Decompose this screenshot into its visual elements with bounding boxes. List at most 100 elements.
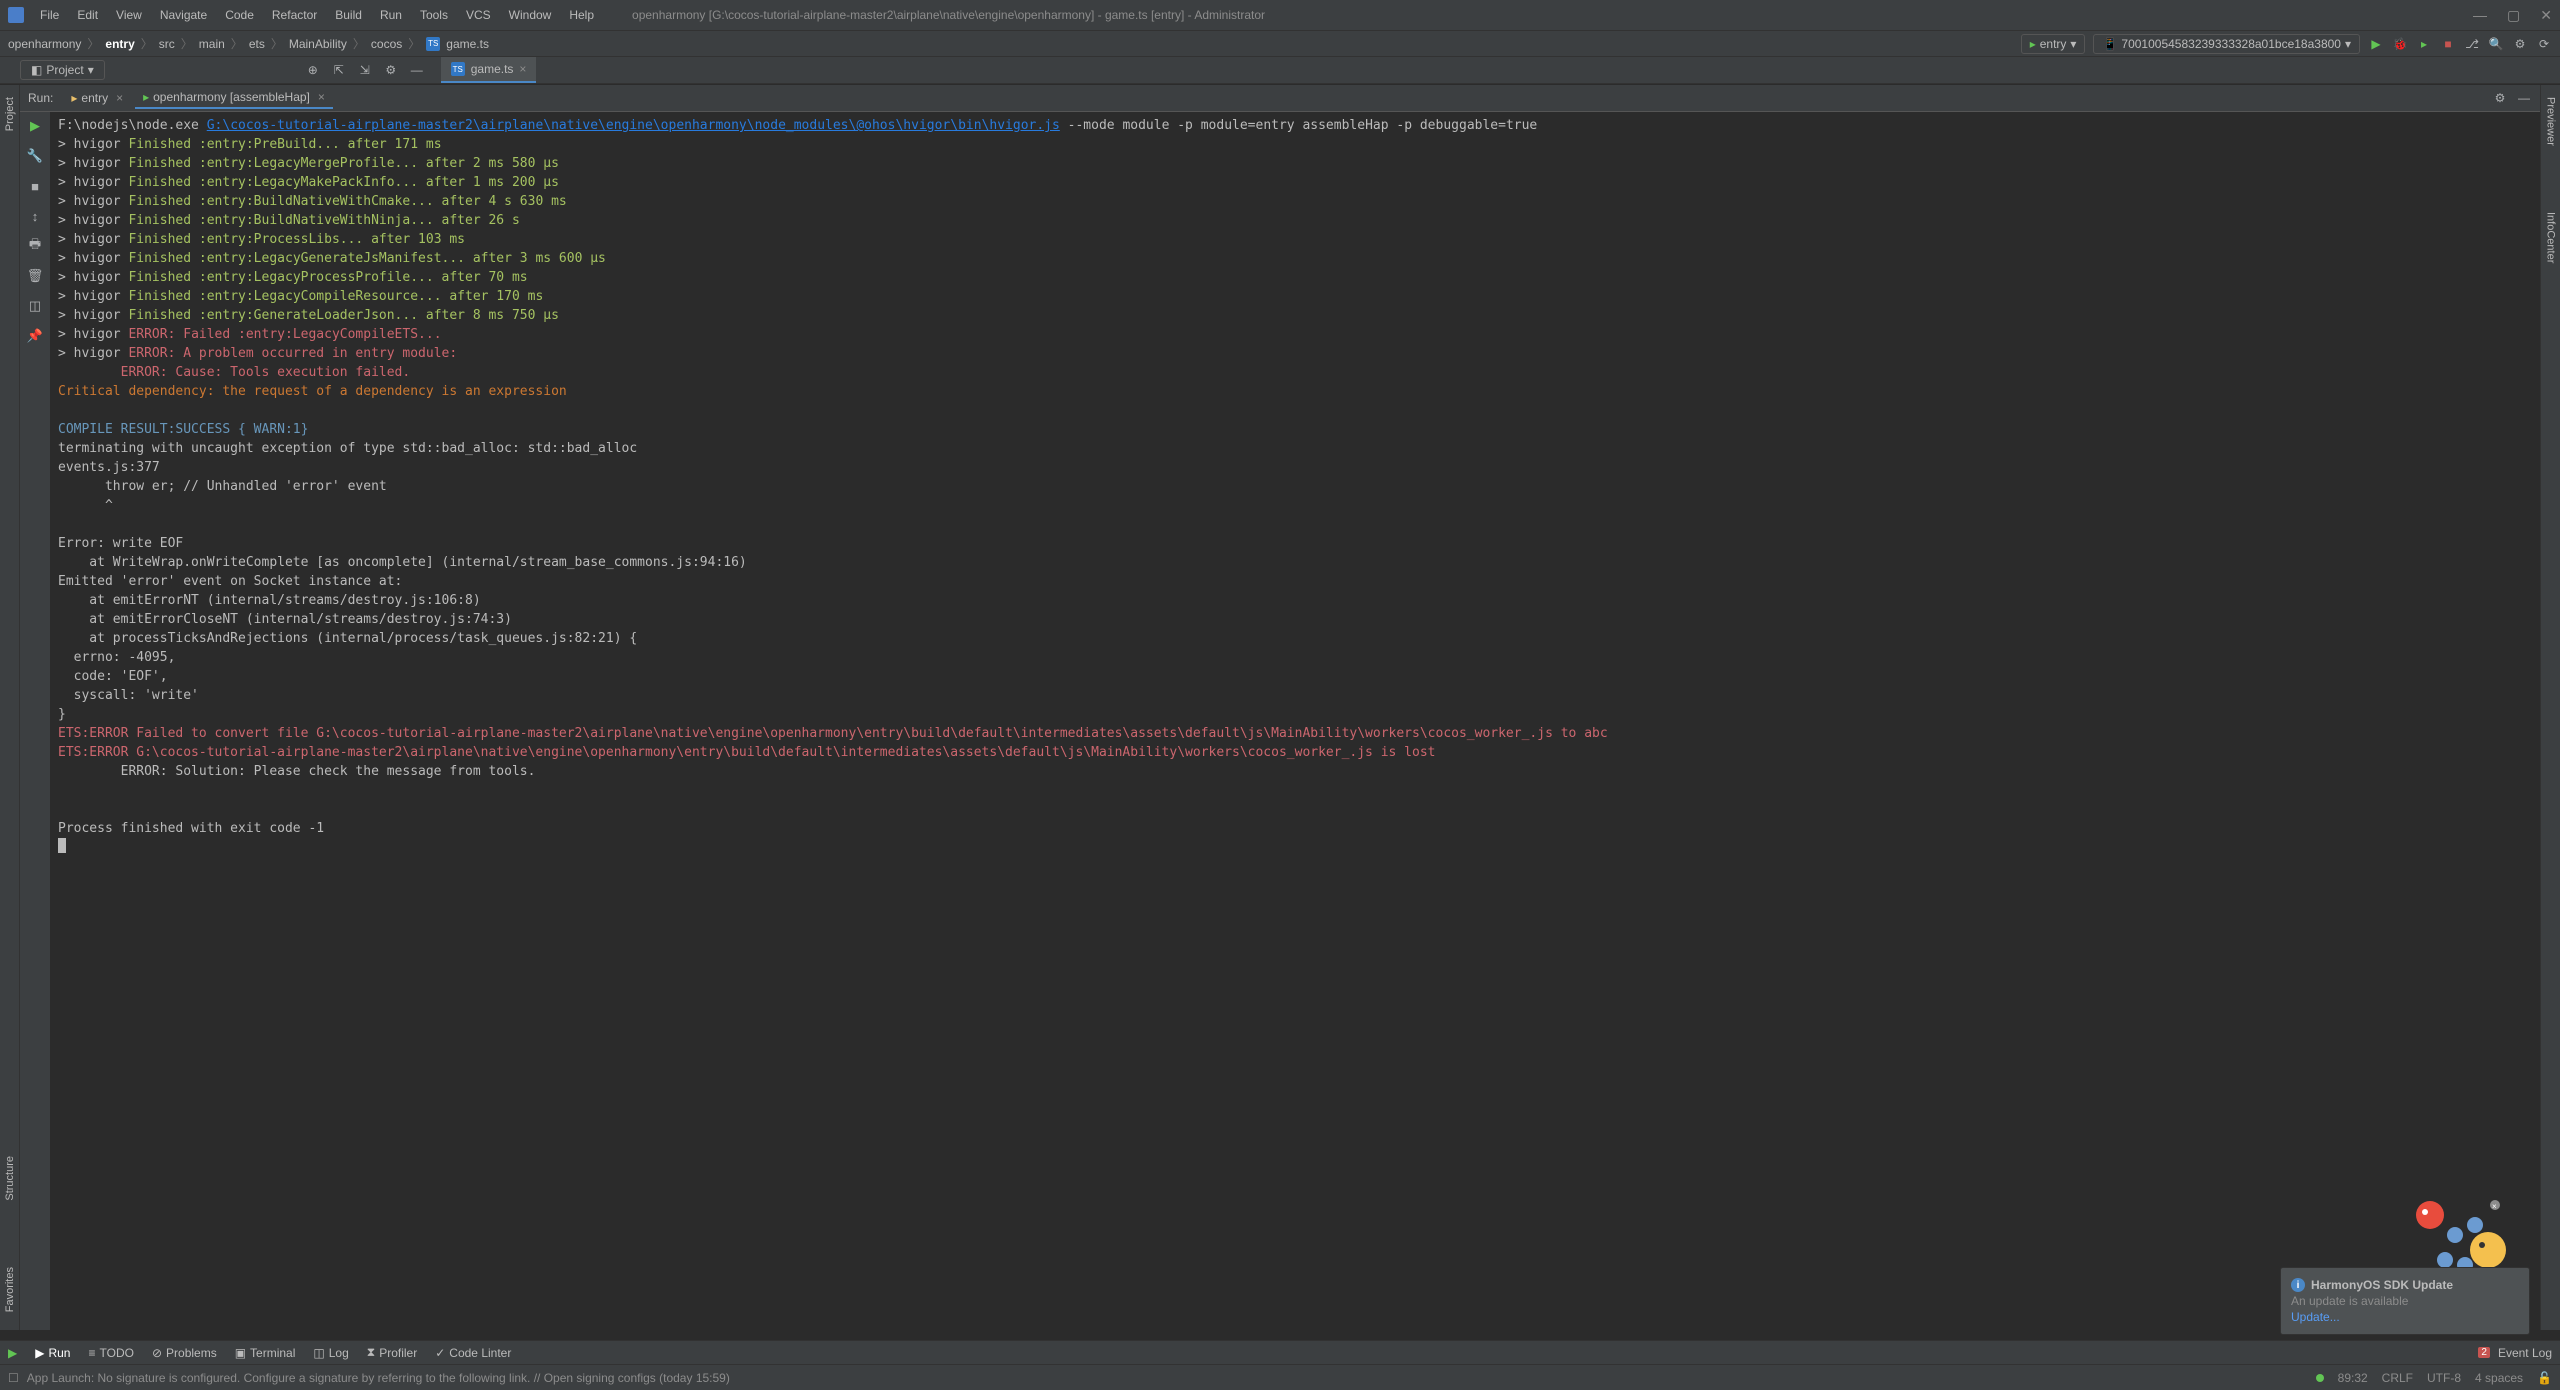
settings-icon[interactable]: ⚙ [2512,36,2528,52]
menu-file[interactable]: File [32,4,67,26]
terminal-tool[interactable]: ▣ Terminal [235,1346,296,1360]
menu-build[interactable]: Build [327,4,370,26]
hvigor-link[interactable]: G:\cocos-tutorial-airplane-master2\airpl… [207,118,1060,133]
close-window-button[interactable]: ✕ [2540,7,2552,24]
stop-button[interactable]: ■ [2440,36,2456,52]
event-log-tool[interactable]: Event Log [2498,1346,2552,1360]
breadcrumb-item[interactable]: entry [105,37,134,51]
pin-icon[interactable]: 📌 [27,328,43,344]
breadcrumb-item[interactable]: MainAbility [289,37,347,51]
settings-icon[interactable]: ⚙ [2492,90,2508,106]
caret-position[interactable]: 89:32 [2338,1371,2368,1385]
layout-icon[interactable]: ◫ [27,298,43,314]
breadcrumb: openharmony〉 entry〉 src〉 main〉 ets〉 Main… [8,35,489,52]
side-infocenter[interactable]: InfoCenter [2543,204,2559,271]
notification-title: HarmonyOS SDK Update [2311,1278,2453,1292]
debug-button[interactable]: 🐞 [2392,36,2408,52]
breadcrumb-item[interactable]: cocos [371,37,402,51]
tab-row: ◧ Project ▾ ⊕ ⇱ ⇲ ⚙ — TS game.ts × [0,57,2560,84]
profiler-tool[interactable]: ⧗ Profiler [367,1345,417,1360]
expand-icon[interactable]: ⇱ [331,62,347,78]
tool-icon[interactable]: 🔧 [27,148,43,164]
status-indicator [2316,1374,2324,1382]
collapse-icon[interactable]: ⇲ [357,62,373,78]
hide-panel-icon[interactable]: — [2516,90,2532,106]
breadcrumb-item[interactable]: openharmony [8,37,81,51]
run-gutter: ▶ 🔧 ■ ↕ 🖶 🗑 ◫ 📌 [20,112,50,1330]
side-structure[interactable]: Structure [2,1148,18,1209]
app-icon [8,7,24,23]
close-tab-icon[interactable]: × [519,62,526,76]
ts-file-icon: TS [451,62,465,76]
project-view-selector[interactable]: ◧ Project ▾ [20,60,105,80]
run-button[interactable]: ▶ [2368,36,2384,52]
device-selector[interactable]: 📱70010054583239333328a01bce18a3800▾ [2093,34,2360,54]
coverage-button[interactable]: ▸ [2416,36,2432,52]
title-bar: File Edit View Navigate Code Refactor Bu… [0,0,2560,30]
search-icon[interactable]: 🔍 [2488,36,2504,52]
cursor [58,838,66,853]
run-panel-header: Run: ▸entry× ▸openharmony [assembleHap]×… [20,85,2540,112]
codelinter-tool[interactable]: ✓ Code Linter [435,1346,511,1360]
main-menu: File Edit View Navigate Code Refactor Bu… [32,4,602,26]
run-tool[interactable]: ▶ Run [35,1346,70,1360]
editor-tab-game-ts[interactable]: TS game.ts × [441,57,537,83]
status-message[interactable]: App Launch: No signature is configured. … [27,1371,730,1385]
run-tab-entry[interactable]: ▸entry× [63,88,131,108]
file-encoding[interactable]: UTF-8 [2427,1371,2461,1385]
breadcrumb-item[interactable]: src [159,37,175,51]
window-controls: — ▢ ✕ [2473,7,2552,24]
minimize-button[interactable]: — [2473,7,2487,24]
menu-edit[interactable]: Edit [69,4,106,26]
menu-tools[interactable]: Tools [412,4,456,26]
menu-vcs[interactable]: VCS [458,4,499,26]
rerun-button[interactable]: ▶ [27,118,43,134]
run-tab-assemblehap[interactable]: ▸openharmony [assembleHap]× [135,87,333,109]
info-icon: i [2291,1278,2305,1292]
print-icon[interactable]: 🖶 [27,238,43,254]
up-icon[interactable]: ↕ [27,208,43,224]
console-output[interactable]: F:\nodejs\node.exe G:\cocos-tutorial-air… [50,112,2540,1330]
side-previewer[interactable]: Previewer [2543,89,2559,154]
status-icon[interactable]: ☐ [8,1371,19,1385]
left-tool-stripe: Project Structure Favorites [0,85,20,1330]
problems-tool[interactable]: ⊘ Problems [152,1346,217,1360]
nav-bar: openharmony〉 entry〉 src〉 main〉 ets〉 Main… [0,30,2560,57]
stop-icon[interactable]: ■ [27,178,43,194]
breadcrumb-item[interactable]: game.ts [446,37,489,51]
run-tool-icon[interactable]: ▶ [8,1346,17,1360]
close-icon[interactable]: × [116,91,123,105]
git-icon[interactable]: ⎇ [2464,36,2480,52]
menu-run[interactable]: Run [372,4,410,26]
menu-window[interactable]: Window [501,4,560,26]
menu-view[interactable]: View [108,4,150,26]
title-text: openharmony [G:\cocos-tutorial-airplane-… [632,8,1265,22]
delete-icon[interactable]: 🗑 [27,268,43,284]
svg-text:×: × [2492,1202,2497,1211]
update-link[interactable]: Update... [2291,1310,2340,1324]
menu-navigate[interactable]: Navigate [152,4,215,26]
breadcrumb-item[interactable]: ets [249,37,265,51]
settings-gear-icon[interactable]: ⚙ [383,62,399,78]
status-bar: ☐ App Launch: No signature is configured… [0,1364,2560,1390]
maximize-button[interactable]: ▢ [2507,7,2520,24]
right-tool-stripe: Previewer InfoCenter [2540,85,2560,1330]
bottom-toolbar: ▶ ▶ Run ≡ TODO ⊘ Problems ▣ Terminal ◫ L… [0,1340,2560,1364]
close-icon[interactable]: × [318,90,325,104]
side-project[interactable]: Project [2,89,18,139]
breadcrumb-item[interactable]: main [199,37,225,51]
run-config-entry[interactable]: ▸entry▾ [2021,34,2086,54]
menu-help[interactable]: Help [561,4,602,26]
line-separator[interactable]: CRLF [2382,1371,2413,1385]
log-tool[interactable]: ◫ Log [313,1346,348,1360]
todo-tool[interactable]: ≡ TODO [88,1346,133,1360]
menu-refactor[interactable]: Refactor [264,4,325,26]
indent-config[interactable]: 4 spaces [2475,1371,2523,1385]
hide-icon[interactable]: — [409,62,425,78]
readonly-icon[interactable]: 🔓 [2537,1371,2552,1385]
side-favorites[interactable]: Favorites [2,1259,18,1320]
ts-file-icon: TS [426,37,440,51]
locate-icon[interactable]: ⊕ [305,62,321,78]
sync-icon[interactable]: ⟳ [2536,36,2552,52]
menu-code[interactable]: Code [217,4,262,26]
